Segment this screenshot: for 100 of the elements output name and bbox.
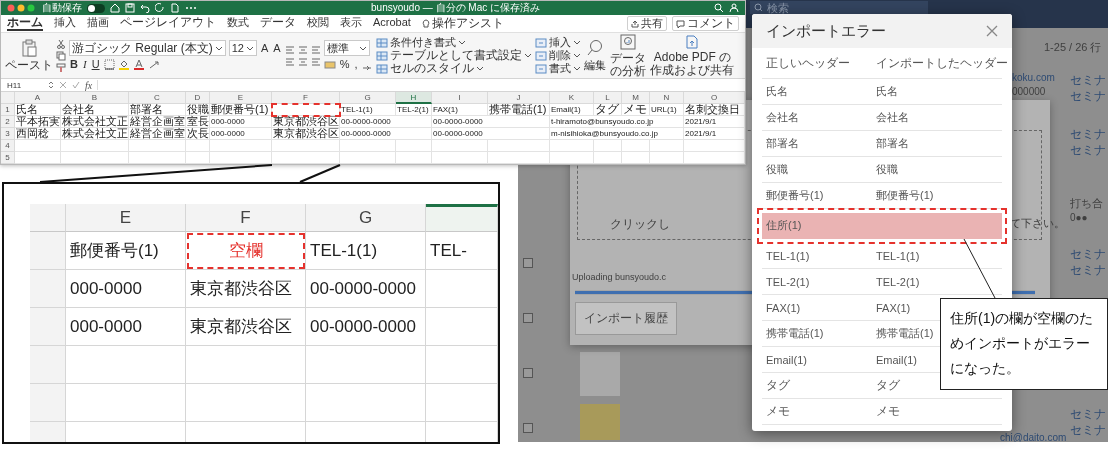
cells-menu-button[interactable]: 挿入 [535, 36, 582, 49]
column-header: B [61, 92, 129, 104]
caret-icon[interactable] [458, 39, 467, 46]
home-icon[interactable] [110, 3, 120, 13]
header-name: タグ [876, 377, 901, 394]
ribbon-tab[interactable]: 挿入 [54, 16, 76, 31]
merge-cells-icon[interactable] [310, 56, 321, 67]
align-middle-icon[interactable] [297, 44, 308, 55]
lightbulb-icon[interactable] [421, 18, 430, 29]
table-cell: 西岡稔 [15, 128, 61, 140]
ribbon-tab[interactable]: ページレイアウト [120, 16, 216, 31]
caret-icon[interactable] [245, 44, 254, 52]
ribbon-tab[interactable]: 描画 [87, 16, 109, 31]
scissors-icon[interactable] [56, 38, 66, 49]
align-left-icon[interactable] [284, 56, 295, 67]
caret-icon[interactable] [476, 65, 485, 72]
cells-menu-button[interactable]: 書式 [535, 62, 582, 75]
table-cell [210, 140, 272, 152]
brush-icon[interactable] [56, 62, 66, 73]
caret-icon[interactable] [524, 52, 533, 59]
wrap-text-icon[interactable] [310, 44, 321, 55]
row-header: 5 [1, 152, 15, 164]
row-header: 3 [1, 128, 15, 140]
table-cell: 経営企画室 [129, 116, 186, 128]
table-cell: 郵便番号(1) [66, 232, 186, 270]
person-icon[interactable] [729, 3, 739, 13]
table-cell: 000-0000 [66, 270, 186, 308]
chart-search-icon[interactable] [619, 33, 636, 50]
underline-button[interactable]: U [90, 58, 101, 71]
bold-button[interactable]: B [69, 58, 79, 71]
create-pdf-button[interactable]: Adobe PDF の作成および共有 [649, 34, 736, 77]
share-icon[interactable] [631, 19, 639, 28]
delete-cells-icon[interactable] [535, 50, 548, 61]
ribbon-tab[interactable]: 校閲 [307, 16, 329, 31]
find-button[interactable]: 編集 [584, 39, 607, 72]
import-history-button[interactable]: インポート履歴 [575, 302, 677, 335]
styles-menu-button[interactable]: 条件付き書式 [376, 36, 467, 49]
search-icon[interactable] [714, 3, 724, 13]
insert-cells-icon[interactable] [535, 37, 548, 48]
cell-styles-icon[interactable] [376, 63, 389, 74]
check-icon[interactable] [72, 81, 80, 89]
percent-button[interactable]: % [338, 58, 351, 71]
caret-icon[interactable] [358, 44, 367, 52]
text-direction-icon[interactable] [147, 59, 160, 70]
analyze-data-button[interactable]: データの分析 [609, 33, 647, 78]
undo-icon[interactable] [140, 3, 150, 13]
ribbon-tab[interactable]: 表示 [340, 16, 362, 31]
borders-icon[interactable] [103, 59, 115, 70]
styles-menu-button[interactable]: テーブルとして書式設定 [376, 49, 533, 62]
tell-me-button[interactable]: 操作アシスト [421, 17, 504, 30]
table-icon[interactable] [376, 50, 389, 61]
save-icon[interactable] [125, 3, 135, 13]
ribbon-tab[interactable]: データ [260, 16, 296, 31]
cells-menu-button[interactable]: 削除 [535, 49, 582, 62]
ribbon-tab[interactable]: 数式 [227, 16, 249, 31]
comment-button[interactable]: コメント [672, 16, 739, 31]
font-color-icon[interactable] [132, 59, 145, 70]
conditional-format-icon[interactable] [376, 37, 389, 48]
paste-button[interactable]: ペースト [5, 39, 53, 72]
format-cells-icon[interactable] [535, 63, 548, 74]
document-share-icon[interactable] [686, 34, 699, 49]
speech-bubble-icon[interactable] [676, 19, 685, 28]
column-header: K [550, 92, 594, 104]
stepper-icon[interactable] [48, 80, 54, 90]
font-size-dropdown[interactable]: 12 [228, 40, 257, 56]
font-name-dropdown[interactable]: 游ゴシック Regular (本文) [69, 40, 226, 56]
row-checkbox[interactable] [523, 258, 533, 268]
table-cell [432, 140, 488, 152]
redo-icon[interactable] [155, 3, 165, 13]
header-name: TEL-2(1) [766, 275, 811, 288]
currency-icon[interactable] [323, 59, 336, 70]
search-icon[interactable] [754, 3, 763, 12]
caret-icon[interactable] [214, 44, 223, 52]
styles-menu-button[interactable]: セルのスタイル [376, 62, 485, 75]
close-icon[interactable] [986, 25, 998, 37]
align-center-icon[interactable] [297, 56, 308, 67]
ribbon-tab[interactable]: Acrobat [373, 16, 411, 31]
clipboard-icon[interactable] [21, 39, 37, 57]
comma-button[interactable]: , [353, 58, 359, 71]
italic-button[interactable]: I [81, 58, 88, 71]
select-all-corner [30, 204, 66, 232]
fill-color-icon[interactable] [117, 59, 130, 70]
number-format-dropdown[interactable]: 標準 [323, 40, 370, 56]
header-name: 郵便番号(1) [766, 188, 825, 203]
row-checkbox[interactable] [523, 368, 533, 378]
align-top-icon[interactable] [284, 44, 295, 55]
autosave-label: 自動保存 [42, 2, 82, 14]
cancel-icon[interactable] [59, 81, 67, 89]
column-header: F [186, 204, 306, 232]
autosave-toggle[interactable] [87, 3, 105, 13]
row-checkbox[interactable] [523, 313, 533, 323]
shrink-font-button[interactable]: A [272, 41, 282, 55]
copy-icon[interactable] [56, 50, 66, 61]
document-icon[interactable] [170, 3, 180, 13]
row-checkbox[interactable] [523, 423, 533, 433]
grow-font-button[interactable]: A [259, 41, 270, 55]
search-icon[interactable] [586, 39, 605, 57]
window-buttons-icon[interactable] [7, 4, 37, 12]
column-header: N [650, 92, 684, 104]
share-button[interactable]: 共有 [627, 16, 667, 31]
